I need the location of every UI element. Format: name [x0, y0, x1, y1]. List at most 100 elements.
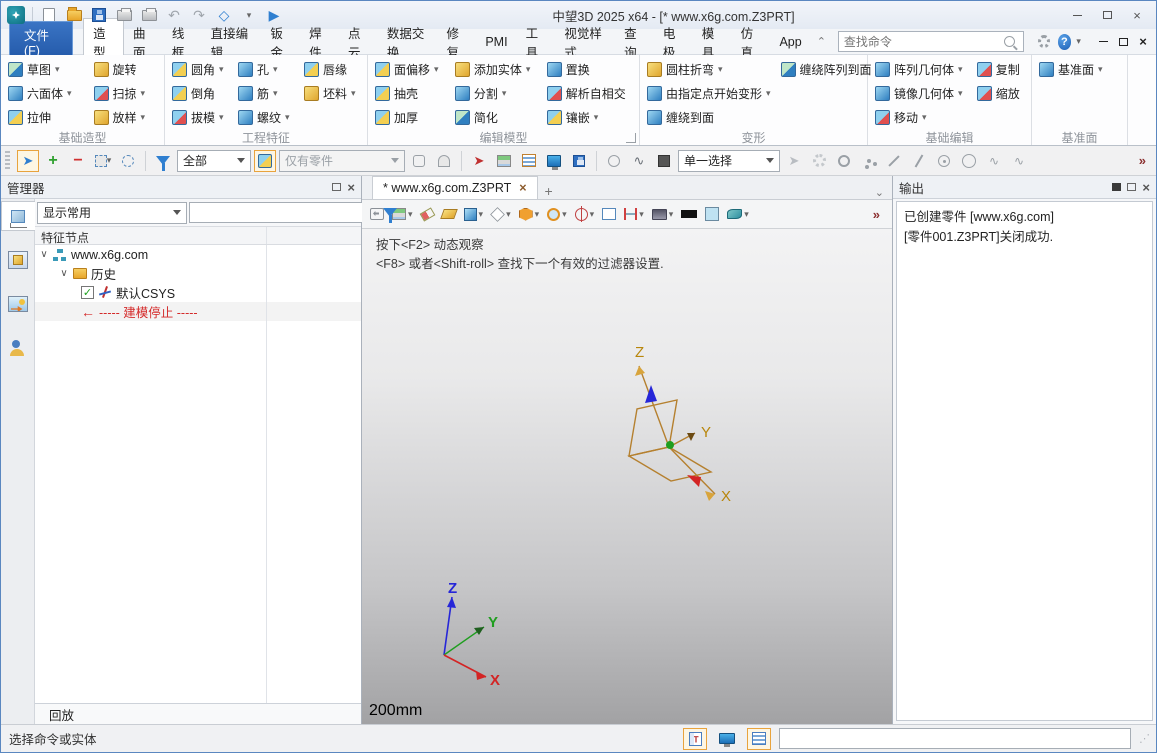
toolbar-overflow-icon[interactable]: » [1133, 153, 1152, 168]
close-part-icon[interactable] [518, 150, 540, 172]
playback-bar[interactable]: 回放 [35, 703, 361, 724]
prompt-panel-icon[interactable] [747, 728, 771, 750]
viewport-toolbar-overflow-icon[interactable]: » [867, 207, 886, 222]
datum-plane-button[interactable]: 基准面▾ [1036, 61, 1123, 78]
window-view-icon[interactable] [600, 202, 618, 226]
pick-last-icon[interactable]: ➤ [468, 150, 490, 172]
surface-style-icon[interactable]: ▾ [725, 202, 751, 226]
toolbar-grip[interactable] [5, 151, 10, 171]
erase-icon[interactable] [419, 202, 436, 226]
thread-button[interactable]: 螺纹▾ [235, 109, 297, 126]
default-csys-graphic[interactable]: Z Y X [591, 329, 771, 519]
sketch-button[interactable]: 草图▾ [5, 61, 87, 78]
tree-row-part[interactable]: ∨ www.x6g.com [35, 245, 361, 264]
tab-role-manager[interactable] [3, 333, 33, 363]
output-float-button[interactable] [1127, 183, 1136, 191]
toolbar-toggle-icon[interactable] [683, 728, 707, 750]
part-only-dropdown[interactable]: 仅有零件 [279, 150, 405, 172]
window-minimize-button[interactable] [1064, 6, 1090, 24]
shell-button[interactable]: 抽壳 [372, 85, 448, 102]
web-resource-icon[interactable] [543, 150, 565, 172]
mirror-geometry-button[interactable]: 镜像几何体▾ [872, 85, 970, 102]
window-select-icon[interactable]: ▾ [92, 150, 114, 172]
extrude-button[interactable]: 拉伸 [5, 109, 87, 126]
resize-grip[interactable]: ⋰ [1139, 732, 1148, 745]
deform-from-point-button[interactable]: 由指定点开始变形▾ [644, 85, 774, 102]
remove-selection-icon[interactable]: − [67, 150, 89, 172]
add-selection-icon[interactable]: + [42, 150, 64, 172]
simplify-button[interactable]: 简化 [452, 109, 540, 126]
doc-close-button[interactable]: × [1134, 33, 1152, 51]
output-close-button[interactable]: × [1142, 181, 1150, 194]
visibility-checkbox[interactable]: ✓ [81, 286, 94, 299]
cylinder-bend-button[interactable]: 圆柱折弯▾ [644, 61, 774, 78]
tab-pmi[interactable]: PMI [476, 31, 516, 53]
target-box-icon[interactable] [653, 150, 675, 172]
lip-button[interactable]: 唇缘 [301, 61, 363, 78]
face-offset-button[interactable]: 面偏移▾ [372, 61, 448, 78]
settings-save-icon[interactable] [568, 150, 590, 172]
tab-list-icon[interactable]: ⌄ [867, 186, 892, 199]
tree-row-default-csys[interactable]: ✓ 默认CSYS [35, 283, 361, 302]
exit-env-icon[interactable] [368, 202, 386, 226]
constraint-icon[interactable]: ▾ [622, 202, 646, 226]
sweep-button[interactable]: 扫掠▾ [91, 85, 161, 102]
tab-history-manager[interactable] [1, 201, 35, 231]
entity-filter-icon[interactable] [152, 150, 174, 172]
fillet-button[interactable]: 圆角▾ [169, 61, 231, 78]
resolve-self-intersect-button[interactable]: 解析自相交 [544, 85, 635, 102]
pick-mode-icon[interactable]: ➤ [17, 150, 39, 172]
box-button[interactable]: 六面体▾ [5, 85, 87, 102]
section-view-icon[interactable]: ▾ [517, 202, 542, 226]
feature-search-input[interactable] [189, 202, 376, 223]
doc-restore-button[interactable] [1114, 33, 1132, 51]
status-input[interactable] [779, 728, 1131, 749]
layer-manager-icon[interactable] [493, 150, 515, 172]
orient-view-icon[interactable]: ▾ [573, 202, 597, 226]
revolve-button[interactable]: 旋转 [91, 61, 161, 78]
new-tab-button[interactable]: + [538, 183, 560, 199]
loft-button[interactable]: 放样▾ [91, 109, 161, 126]
command-search-input[interactable] [839, 35, 1004, 49]
tab-app[interactable]: App [770, 31, 810, 53]
move-button[interactable]: 移动▾ [872, 109, 970, 126]
wrap-array-to-face-button[interactable]: 缠绕阵列到面 [778, 61, 875, 78]
settings-gear-icon[interactable] [1038, 35, 1050, 48]
document-tab[interactable]: * www.x6g.com.Z3PRT × [372, 176, 538, 199]
output-pin-button[interactable] [1112, 183, 1121, 191]
chamfer-button[interactable]: 倒角 [169, 85, 231, 102]
graphics-canvas[interactable]: 按下<F2> 动态观察 <F8> 或者<Shift-roll> 查找下一个有效的… [362, 229, 892, 724]
thicken-button[interactable]: 加厚 [372, 109, 448, 126]
window-close-button[interactable]: × [1124, 6, 1150, 24]
lasso-select-icon[interactable] [117, 150, 139, 172]
group-expander-icon[interactable] [626, 133, 636, 143]
ribbon-collapse-icon[interactable]: ⌃ [811, 35, 832, 48]
pattern-geometry-button[interactable]: 阵列几何体▾ [872, 61, 970, 78]
tree-row-rollback-marker[interactable]: ← ----- 建模停止 ----- [35, 302, 361, 321]
view-triad[interactable]: Z Y X [418, 579, 518, 694]
display-filter-dropdown[interactable]: 显示常用 [37, 202, 187, 224]
part-filter-icon[interactable] [254, 150, 276, 172]
doc-minimize-button[interactable] [1094, 33, 1112, 51]
stock-button[interactable]: 坯料▾ [301, 85, 363, 102]
expand-icon[interactable]: ∨ [59, 268, 69, 279]
window-restore-button[interactable] [1094, 6, 1120, 24]
inlay-button[interactable]: 镶嵌▾ [544, 109, 635, 126]
zoom-icon[interactable]: ▾ [545, 202, 569, 226]
filter-scope-dropdown[interactable]: 全部 [177, 150, 251, 172]
draft-button[interactable]: 拔模▾ [169, 109, 231, 126]
tab-solid-manager[interactable] [3, 245, 33, 275]
hole-button[interactable]: 孔▾ [235, 61, 297, 78]
expand-icon[interactable]: ∨ [39, 249, 49, 260]
tab-visual-manager[interactable] [3, 289, 33, 319]
replace-button[interactable]: 置换 [544, 61, 635, 78]
help-icon[interactable]: ? [1058, 34, 1071, 50]
manager-close-button[interactable]: × [347, 181, 355, 194]
shaded-display-icon[interactable]: ▾ [462, 202, 486, 226]
save-icon[interactable] [90, 6, 108, 24]
edge-color-swatch[interactable] [679, 202, 699, 226]
show-datum-icon[interactable] [440, 202, 458, 226]
selection-mode-dropdown[interactable]: 单一选择 [678, 150, 780, 172]
column-divider[interactable] [266, 227, 267, 244]
display-mode-icon[interactable]: ▾ [650, 202, 676, 226]
